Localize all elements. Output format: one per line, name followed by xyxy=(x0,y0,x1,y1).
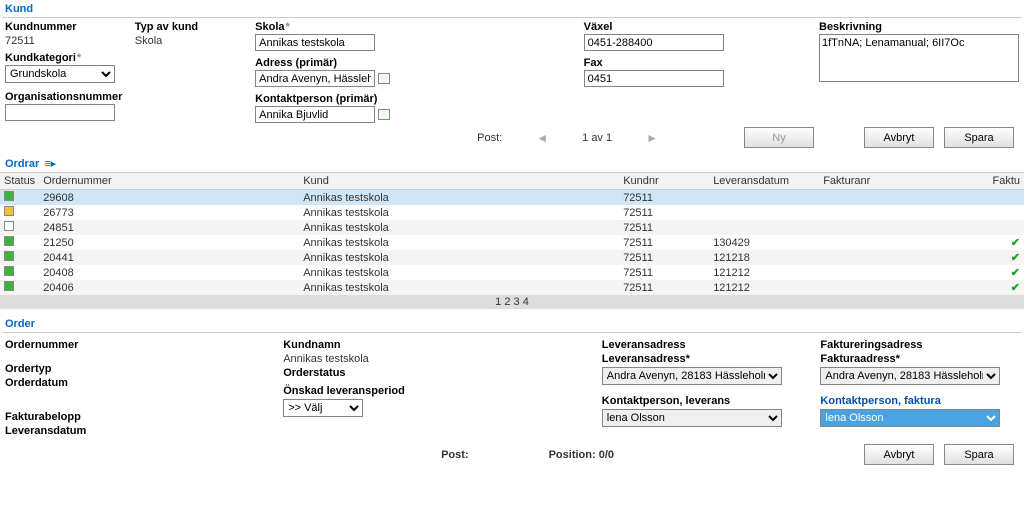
ordrar-pager[interactable]: 1 2 3 4 xyxy=(0,295,1024,309)
beskrivning-label: Beskrivning xyxy=(819,21,1019,33)
kontfakt-label: Kontaktperson, faktura xyxy=(820,395,1019,407)
col-leveransdatum[interactable]: Leveransdatum xyxy=(709,173,819,190)
card-icon[interactable] xyxy=(378,109,390,120)
table-row[interactable]: 21250Annikas testskola72511130429✔ xyxy=(0,235,1024,250)
status-icon xyxy=(4,221,14,231)
adress-input[interactable] xyxy=(255,70,375,87)
ordrar-table: Status Ordernummer Kund Kundnr Leveransd… xyxy=(0,172,1024,295)
col-kund[interactable]: Kund xyxy=(299,173,619,190)
leveransdatum-label: Leveransdatum xyxy=(5,425,263,437)
ny-button[interactable]: Ny xyxy=(744,127,814,148)
orgnr-input[interactable] xyxy=(5,104,115,121)
kundnamn-value: Annikas testskola xyxy=(283,353,482,365)
levadr-select[interactable]: Andra Avenyn, 28183 Hässleholm xyxy=(602,367,782,385)
col-faktu[interactable]: Faktu xyxy=(959,173,1024,190)
table-row[interactable]: 20408Annikas testskola72511121212✔ xyxy=(0,265,1024,280)
kundnummer-value: 72511 xyxy=(5,34,127,51)
status-icon xyxy=(4,206,14,216)
typ-label: Typ av kund xyxy=(135,21,247,33)
kund-title: Kund xyxy=(0,0,1024,17)
onskad-select[interactable]: >> Välj xyxy=(283,399,363,417)
vaxel-label: Växel xyxy=(584,21,771,33)
levadr-label: Leveransadress* xyxy=(602,353,801,365)
ordrar-title: Ordrar xyxy=(5,158,39,170)
kontakt-input[interactable] xyxy=(255,106,375,123)
ordertyp-label: Ordertyp xyxy=(5,363,263,375)
status-icon xyxy=(4,191,14,201)
kundnamn-label: Kundnamn xyxy=(283,339,482,351)
table-row[interactable]: 20406Annikas testskola72511121212✔ xyxy=(0,280,1024,295)
kontlev-select[interactable]: lena Olsson xyxy=(602,409,782,427)
skola-input[interactable] xyxy=(255,34,375,51)
adress-label: Adress (primär) xyxy=(255,57,396,69)
faktadr-heading: Faktureringsadress xyxy=(820,339,1019,351)
post-position: 1 av 1 xyxy=(582,132,612,144)
col-status[interactable]: Status xyxy=(0,173,39,190)
menu-icon[interactable]: ≡▸ xyxy=(44,157,56,170)
fakturabelopp-label: Fakturabelopp xyxy=(5,411,263,423)
next-icon[interactable]: ► xyxy=(640,131,664,145)
levadr-heading: Leveransadress xyxy=(602,339,801,351)
footer-position: Position: 0/0 xyxy=(549,449,614,461)
onskad-label: Önskad leveransperiod xyxy=(283,385,482,397)
kontlev-label: Kontaktperson, leverans xyxy=(602,395,801,407)
skola-label: Skola* xyxy=(255,21,396,33)
check-icon: ✔ xyxy=(1011,237,1020,249)
fax-label: Fax xyxy=(584,57,771,69)
status-icon xyxy=(4,236,14,246)
order-title: Order xyxy=(0,315,1024,332)
card-icon[interactable] xyxy=(378,73,390,84)
faktadr-label: Fakturaadress* xyxy=(820,353,1019,365)
orderdatum-label: Orderdatum xyxy=(5,377,263,389)
kontakt-label: Kontaktperson (primär) xyxy=(255,93,396,105)
typ-value: Skola xyxy=(135,34,247,51)
spara-button[interactable]: Spara xyxy=(944,127,1014,148)
orderstatus-label: Orderstatus xyxy=(283,367,482,379)
check-icon: ✔ xyxy=(1011,282,1020,294)
kundnummer-label: Kundnummer xyxy=(5,21,127,33)
status-icon xyxy=(4,251,14,261)
ordernummer-label: Ordernummer xyxy=(5,339,263,351)
prev-icon[interactable]: ◄ xyxy=(530,131,554,145)
col-ordernummer[interactable]: Ordernummer xyxy=(39,173,299,190)
col-kundnr[interactable]: Kundnr xyxy=(619,173,709,190)
vaxel-input[interactable] xyxy=(584,34,724,51)
status-icon xyxy=(4,266,14,276)
col-fakturanr[interactable]: Fakturanr xyxy=(819,173,959,190)
footer-spara-button[interactable]: Spara xyxy=(944,444,1014,465)
post-label: Post: xyxy=(477,132,502,144)
kundkategori-select[interactable]: Grundskola xyxy=(5,65,115,83)
status-icon xyxy=(4,281,14,291)
table-row[interactable]: 24851Annikas testskola72511 xyxy=(0,220,1024,235)
beskrivning-input[interactable] xyxy=(819,34,1019,82)
table-row[interactable]: 26773Annikas testskola72511 xyxy=(0,205,1024,220)
faktadr-select[interactable]: Andra Avenyn, 28183 Hässleholm xyxy=(820,367,1000,385)
fax-input[interactable] xyxy=(584,70,724,87)
kontfakt-select[interactable]: lena Olsson xyxy=(820,409,1000,427)
table-row[interactable]: 20441Annikas testskola72511121218✔ xyxy=(0,250,1024,265)
footer-avbryt-button[interactable]: Avbryt xyxy=(864,444,934,465)
table-row[interactable]: 29608Annikas testskola72511 xyxy=(0,190,1024,206)
kundkategori-label: Kundkategori* xyxy=(5,52,127,64)
orgnr-label: Organisationsnummer xyxy=(5,91,127,103)
footer-post-label: Post: xyxy=(441,449,469,461)
avbryt-button[interactable]: Avbryt xyxy=(864,127,934,148)
check-icon: ✔ xyxy=(1011,252,1020,264)
check-icon: ✔ xyxy=(1011,267,1020,279)
